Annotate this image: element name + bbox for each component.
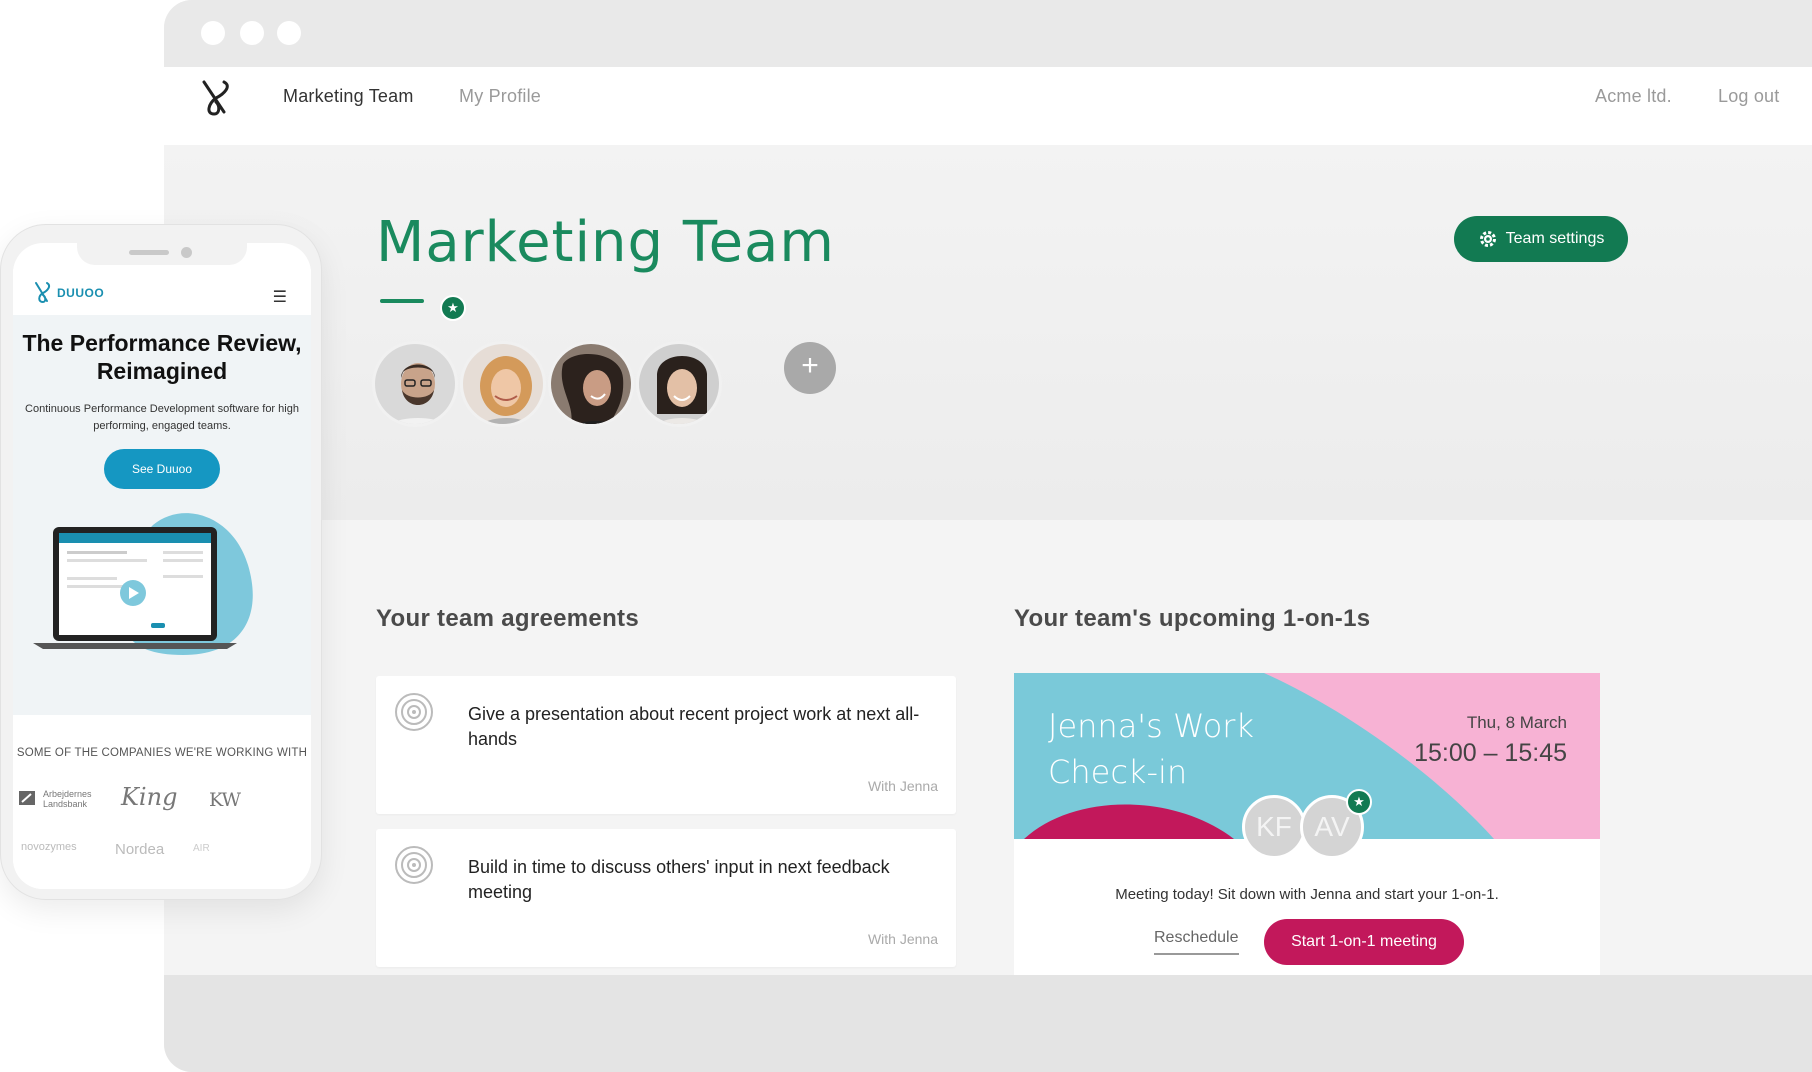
- company-logo-air: AIR: [193, 843, 210, 854]
- see-duuoo-button[interactable]: See Duuoo: [104, 449, 220, 489]
- title-underline: [380, 299, 424, 303]
- browser-bottom-bar: [164, 975, 1812, 1072]
- agreement-card[interactable]: Build in time to discuss others' input i…: [376, 829, 956, 967]
- duuoo-logo-icon[interactable]: [194, 76, 238, 120]
- target-icon: [395, 693, 433, 731]
- team-member-avatar[interactable]: [460, 341, 546, 427]
- agreement-text: Give a presentation about recent project…: [468, 704, 920, 749]
- person-photo-icon: [463, 344, 543, 424]
- team-settings-label: Team settings: [1505, 230, 1605, 247]
- hamburger-menu-icon[interactable]: ☰: [273, 287, 287, 307]
- team-lead-star-icon: ★: [440, 295, 466, 321]
- person-photo-icon: [639, 344, 719, 424]
- team-member-avatar[interactable]: [372, 341, 458, 427]
- nav-my-profile[interactable]: My Profile: [459, 86, 541, 107]
- attendee-star-icon: ★: [1346, 789, 1372, 815]
- window-minimize-dot[interactable]: [240, 21, 264, 45]
- agreements-section-title: Your team agreements: [376, 605, 639, 632]
- person-photo-icon: [375, 344, 455, 424]
- browser-titlebar: [164, 0, 1812, 67]
- target-icon: [395, 846, 433, 884]
- bank-logo-icon: [19, 791, 35, 805]
- agreement-with: With Jenna: [867, 778, 938, 794]
- meeting-date: Thu, 8 March: [1466, 713, 1567, 732]
- companies-title: SOME OF THE COMPANIES WE'RE WORKING WITH: [16, 747, 308, 759]
- nav-company[interactable]: Acme ltd.: [1595, 86, 1672, 107]
- main-content: Marketing Team Team settings ★ + Your te…: [164, 145, 1812, 975]
- company-logo-king: King: [121, 783, 178, 811]
- phone-subtext: Continuous Performance Development softw…: [25, 403, 299, 432]
- phone-hero: The Performance Review, Reimagined Conti…: [13, 315, 311, 715]
- phone-mockup: DUUOO ☰ The Performance Review, Reimagin…: [0, 224, 322, 900]
- browser-window: Marketing Team My Profile Acme ltd. Log …: [164, 0, 1812, 1072]
- meeting-time: 15:00 – 15:45: [1414, 739, 1567, 767]
- phone-notch: [77, 243, 247, 265]
- meeting-card[interactable]: Jenna's Work Check-in Thu, 8 March 15:00…: [1014, 673, 1600, 975]
- start-meeting-button[interactable]: Start 1-on-1 meeting: [1264, 919, 1464, 965]
- team-settings-button[interactable]: Team settings: [1454, 216, 1628, 262]
- person-photo-icon: [551, 344, 631, 424]
- duuoo-logo-icon: [35, 282, 51, 303]
- one-on-ones-section-title: Your team's upcoming 1-on-1s: [1014, 605, 1371, 632]
- reschedule-link[interactable]: Reschedule: [1154, 929, 1239, 955]
- agreement-with: With Jenna: [867, 931, 938, 947]
- stage: Marketing Team My Profile Acme ltd. Log …: [0, 0, 1812, 1072]
- window-close-dot[interactable]: [201, 21, 225, 45]
- gear-icon: [1479, 231, 1496, 247]
- page-title: Marketing Team: [376, 210, 835, 275]
- nav-marketing-team[interactable]: Marketing Team: [283, 86, 414, 107]
- top-navbar: Marketing Team My Profile Acme ltd. Log …: [164, 67, 1812, 145]
- agreement-card[interactable]: Give a presentation about recent project…: [376, 676, 956, 814]
- phone-headline: The Performance Review, Reimagined: [22, 330, 302, 384]
- phone-camera: [181, 247, 192, 258]
- team-member-avatar[interactable]: [548, 341, 634, 427]
- meeting-message: Meeting today! Sit down with Jenna and s…: [1115, 886, 1499, 903]
- add-member-button[interactable]: +: [784, 342, 836, 394]
- phone-speaker: [129, 250, 169, 255]
- attendee-avatar: KF: [1242, 795, 1306, 859]
- nav-logout[interactable]: Log out: [1718, 86, 1779, 107]
- phone-header: DUUOO ☰: [13, 269, 311, 315]
- phone-brand: DUUOO: [57, 286, 105, 300]
- phone-companies-section: SOME OF THE COMPANIES WE'RE WORKING WITH…: [13, 717, 311, 889]
- company-logo-kw: KW: [209, 789, 241, 811]
- team-member-avatar[interactable]: [636, 341, 722, 427]
- company-logo-nordea: Nordea: [115, 841, 165, 858]
- meeting-title: Jenna's Work Check-in: [1048, 707, 1254, 791]
- agreement-text: Build in time to discuss others' input i…: [468, 857, 890, 902]
- phone-screen: DUUOO ☰ The Performance Review, Reimagin…: [13, 243, 311, 889]
- company-logo-novozymes: novozymes: [21, 841, 77, 853]
- window-maximize-dot[interactable]: [277, 21, 301, 45]
- laptop-illustration: [33, 513, 253, 655]
